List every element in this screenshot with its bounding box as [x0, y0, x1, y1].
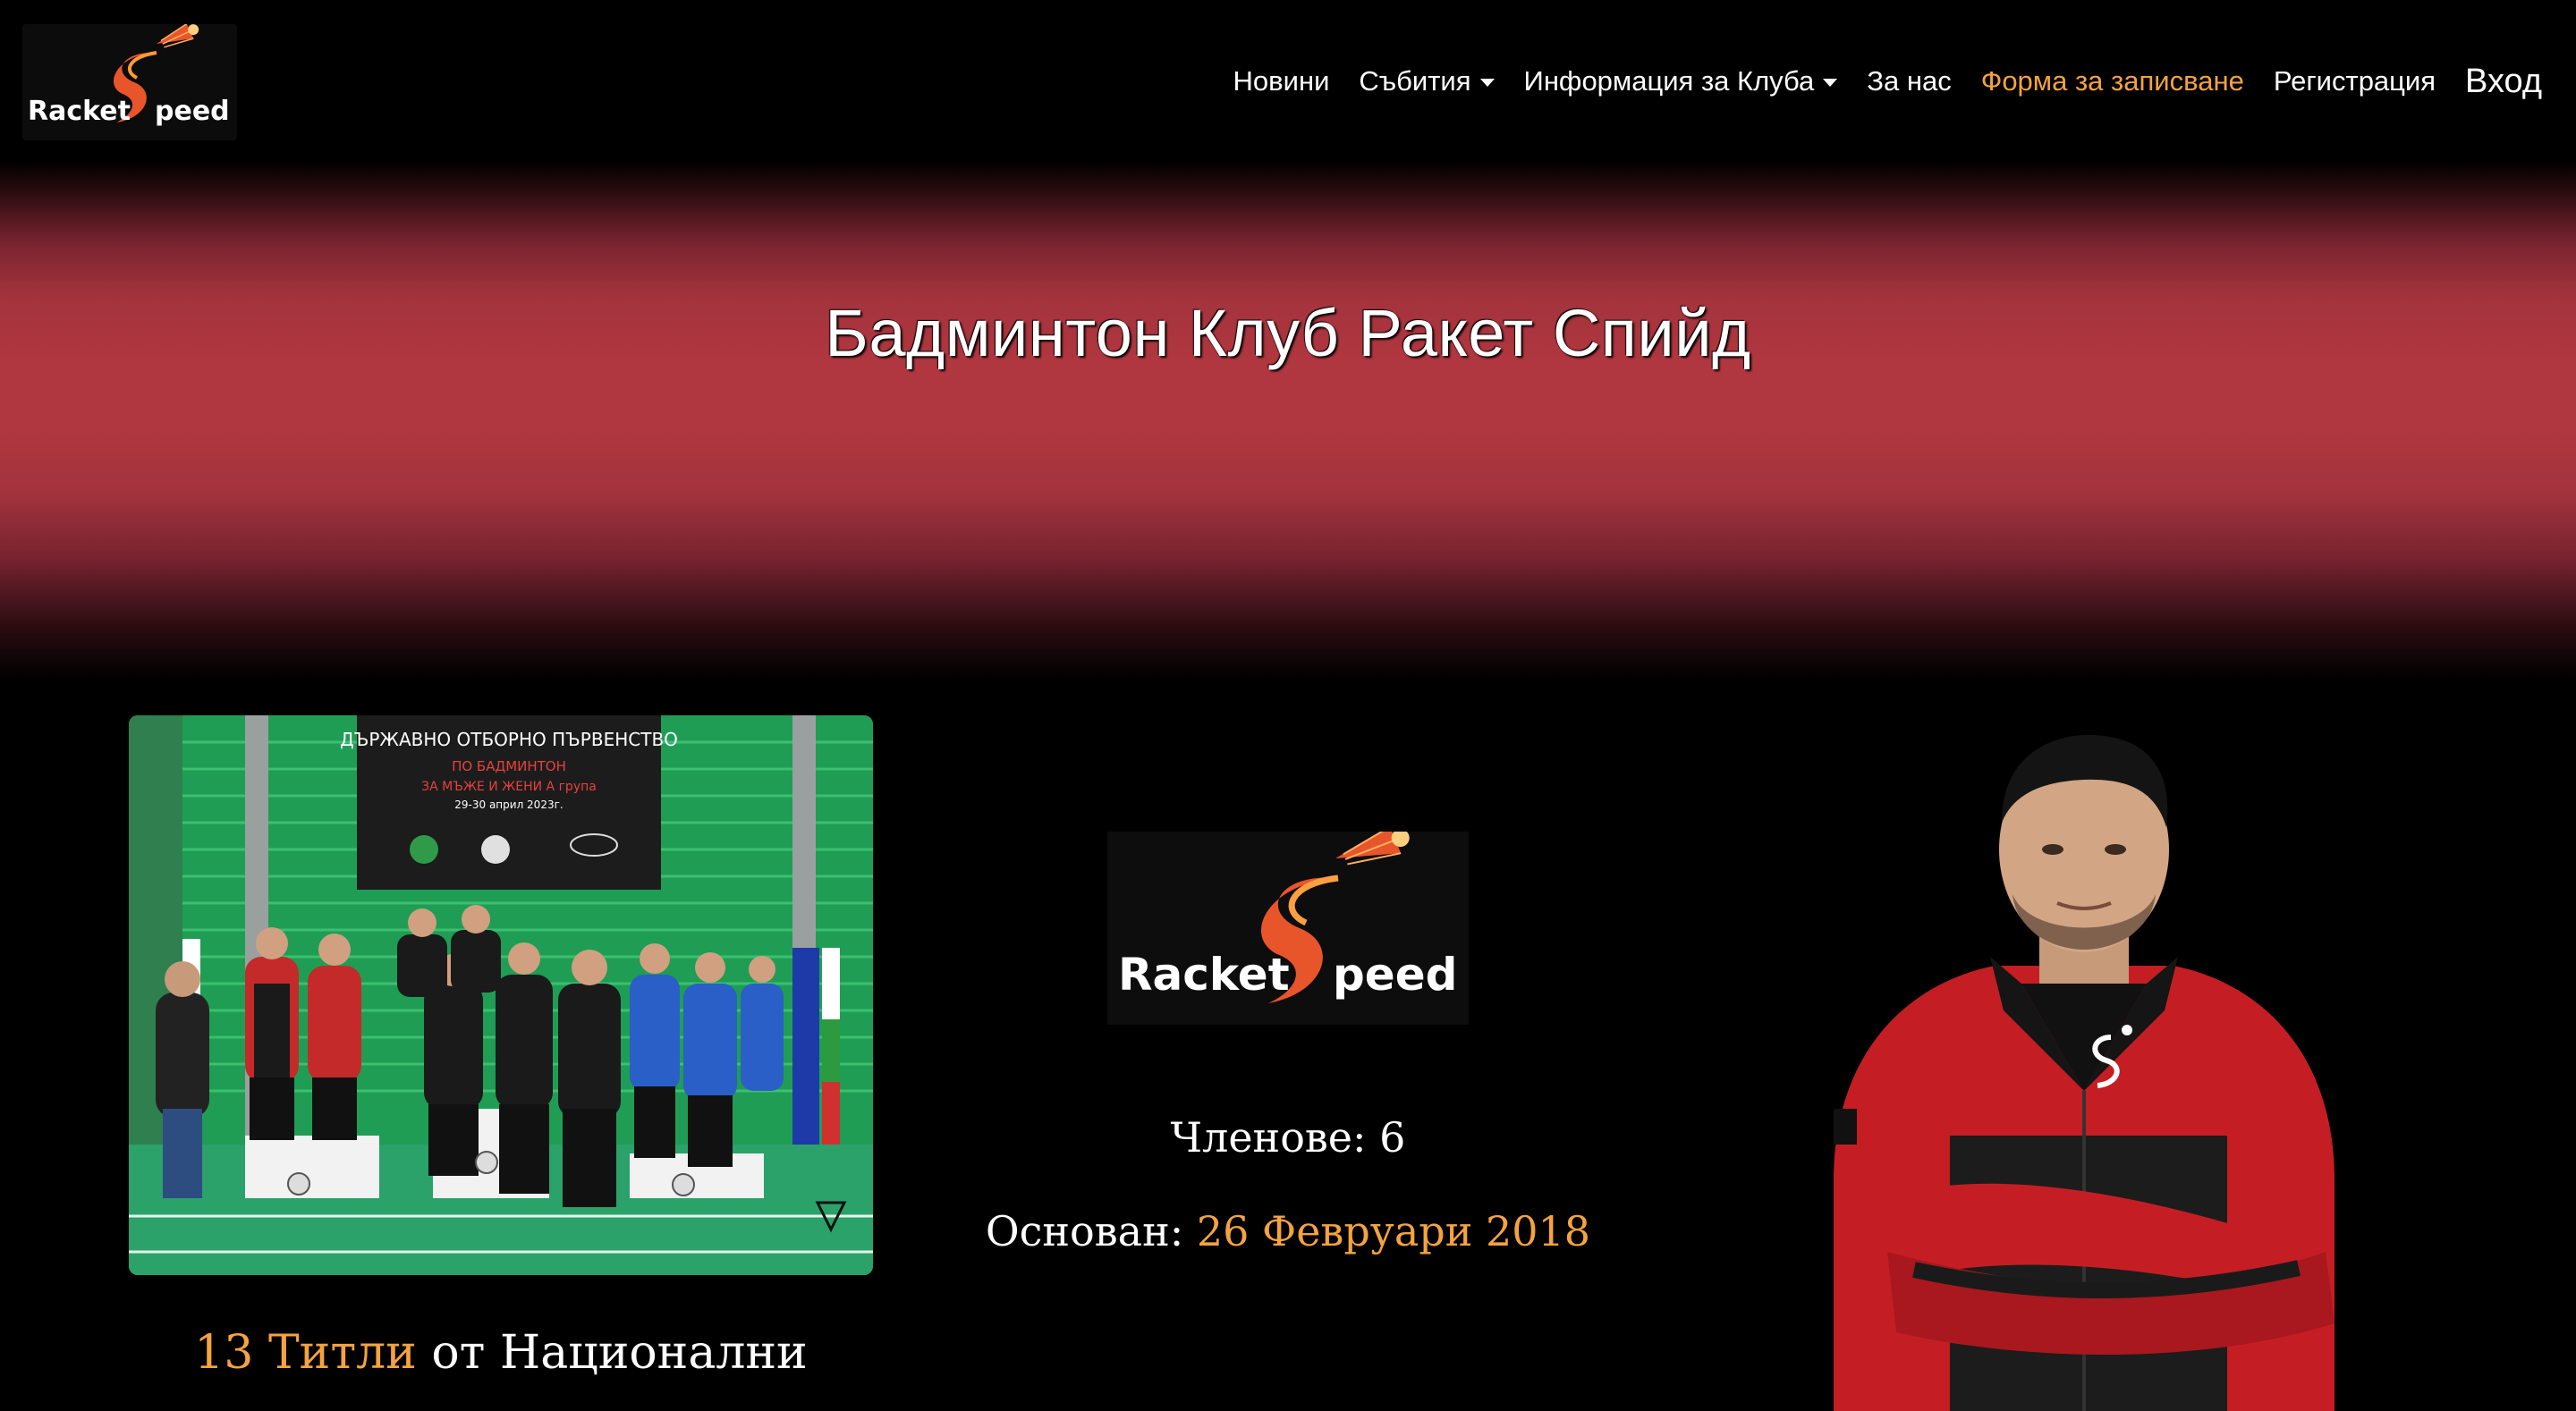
nav-item-label: Регистрация [2273, 65, 2436, 97]
chevron-down-icon [1823, 78, 1838, 87]
svg-text:peed: peed [155, 96, 230, 127]
page-title: Бадминтон Клуб Ракет Спийд [825, 296, 1751, 370]
nav-item-login[interactable]: Вход [2465, 63, 2542, 101]
members-count: Членове: 6 [894, 1113, 1682, 1162]
national-titles: 13 Титли от Национални [129, 1326, 873, 1380]
svg-text:ДЪРЖАВНО ОТБОРНО ПЪРВЕНСТВО: ДЪРЖАВНО ОТБОРНО ПЪРВЕНСТВО [340, 729, 678, 750]
coach-photo [1798, 715, 2370, 1411]
svg-text:ЗА МЪЖЕ И ЖЕНИ А група: ЗА МЪЖЕ И ЖЕНИ А група [421, 780, 597, 794]
nav-item-label: Събития [1359, 65, 1471, 97]
members-label: Членове: [1170, 1113, 1367, 1162]
nav-item-about[interactable]: За нас [1867, 65, 1951, 97]
navbar: Racket peed Новини Събития Информация за… [0, 0, 2576, 161]
nav-item-label: Вход [2465, 62, 2542, 100]
nav-item-label: Новини [1233, 65, 1330, 97]
team-photo: ДЪРЖАВНО ОТБОРНО ПЪРВЕНСТВО ПО БАДМИНТОН… [129, 715, 873, 1275]
svg-text:Racket: Racket [28, 96, 131, 127]
svg-text:peed: peed [1333, 949, 1457, 1001]
founded-value: 26 Февруари 2018 [1196, 1207, 1591, 1255]
titles-suffix: от Национални [431, 1326, 808, 1380]
svg-text:Racket: Racket [1118, 949, 1290, 1001]
racket-speed-logo-icon: Racket peed [28, 24, 230, 127]
club-logo: Racket peed [1107, 832, 1469, 1025]
nav-item-events[interactable]: Събития [1359, 65, 1495, 97]
nav-item-label: Форма за записване [1980, 65, 2244, 97]
nav-item-signup-form[interactable]: Форма за записване [1981, 65, 2244, 97]
founded-label: Основан: [985, 1207, 1184, 1255]
nav-item-club-info[interactable]: Информация за Клуба [1524, 65, 1838, 97]
racket-speed-logo-icon: Racket peed [1118, 832, 1457, 1003]
chevron-down-icon [1479, 78, 1495, 87]
brand-logo[interactable]: Racket peed [22, 24, 237, 140]
nav-item-label: За нас [1867, 65, 1952, 97]
hero-band: Бадминтон Клуб Ракет Спийд [0, 161, 2576, 680]
coach-photo-image [1834, 734, 2334, 1411]
main-nav: Новини Събития Информация за Клуба За на… [1204, 59, 2542, 104]
nav-item-label: Информация за Клуба [1523, 65, 1815, 97]
titles-count: 13 Титли [194, 1326, 417, 1380]
members-value: 6 [1379, 1113, 1406, 1162]
founded-date: Основан: 26 Февруари 2018 [894, 1207, 1682, 1255]
team-photo-image: ДЪРЖАВНО ОТБОРНО ПЪРВЕНСТВО ПО БАДМИНТОН… [129, 715, 873, 1275]
svg-text:29-30 април 2023г.: 29-30 април 2023г. [454, 798, 563, 811]
nav-item-register[interactable]: Регистрация [2274, 65, 2436, 97]
nav-item-news[interactable]: Новини [1233, 65, 1330, 97]
svg-text:ПО БАДМИНТОН: ПО БАДМИНТОН [452, 758, 566, 774]
